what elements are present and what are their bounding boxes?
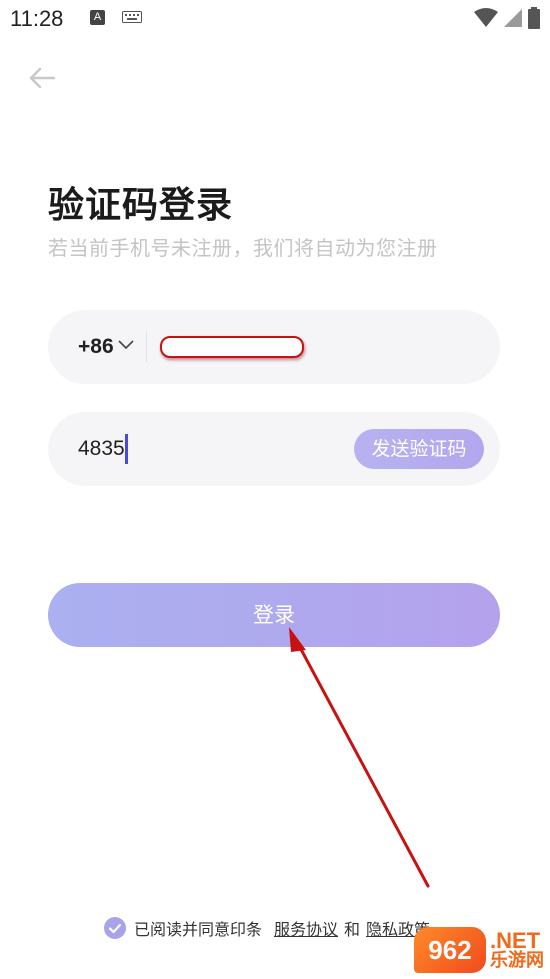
signal-icon [504, 9, 522, 27]
country-code-selector[interactable]: +86 [78, 310, 114, 384]
keyboard-icon [122, 11, 142, 23]
text-caret [125, 434, 128, 464]
wifi-icon [474, 8, 498, 27]
page-title: 验证码登录 [48, 185, 234, 226]
agreement-and-text: 和 [344, 920, 361, 939]
login-button[interactable]: 登录 [48, 583, 500, 647]
back-arrow-icon[interactable] [26, 62, 58, 94]
agreement-row: 已阅读并同意印条 服务协议 和 隐私政策 [104, 916, 430, 940]
phone-field: +86 [48, 310, 500, 384]
send-code-button[interactable]: 发送验证码 [354, 429, 484, 469]
status-bar: 11:28 A [0, 0, 550, 38]
phone-number-input-redacted[interactable] [160, 336, 304, 358]
page-subtitle: 若当前手机号未注册，我们将自动为您注册 [48, 236, 438, 260]
site-watermark: 962 .NET 乐游网 [414, 927, 544, 973]
chevron-down-icon[interactable] [118, 340, 134, 350]
status-time: 11:28 [10, 6, 64, 31]
watermark-suffix: .NET [490, 928, 541, 953]
watermark-logo: 962 [414, 927, 486, 973]
verification-code-field[interactable]: 4835 发送验证码 [48, 412, 500, 486]
checkbox-checked-icon[interactable] [104, 917, 126, 939]
agreement-text: 已阅读并同意印条 [134, 920, 263, 939]
field-divider [146, 332, 147, 362]
battery-icon [528, 7, 540, 29]
annotation-arrow [289, 627, 430, 888]
service-agreement-link[interactable]: 服务协议 [274, 916, 338, 940]
verification-code-input[interactable]: 4835 [78, 412, 125, 486]
status-a-indicator: A [90, 10, 105, 25]
status-icons [474, 7, 540, 29]
watermark-site-name: 乐游网 [490, 950, 544, 972]
